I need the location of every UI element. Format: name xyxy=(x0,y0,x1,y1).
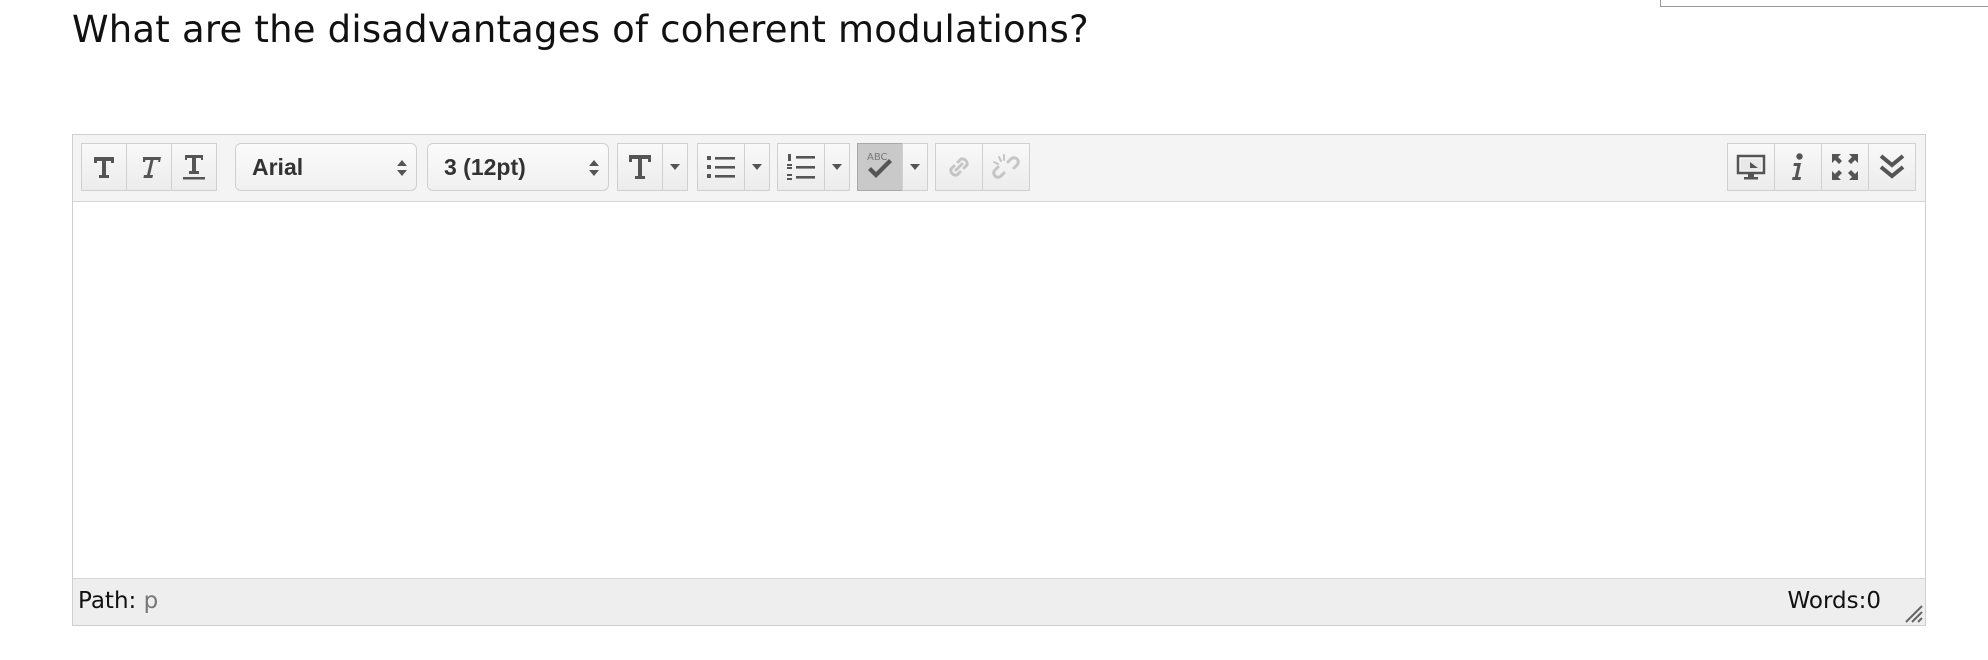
italic-button[interactable] xyxy=(126,143,172,191)
underline-button[interactable] xyxy=(171,143,217,191)
collapse-toolbar-icon xyxy=(1879,154,1905,179)
question-title: What are the disadvantages of coherent m… xyxy=(72,8,1089,51)
spellcheck-control: ABC xyxy=(857,143,928,191)
resize-handle-icon[interactable] xyxy=(1901,601,1923,623)
editor-content-area[interactable] xyxy=(73,202,1925,578)
editor-statusbar: Path: p Words:0 xyxy=(73,578,1925,625)
top-right-box xyxy=(1660,0,1988,7)
bullet-list-control xyxy=(697,143,770,191)
bold-icon xyxy=(94,157,114,178)
spellcheck-icon: ABC xyxy=(867,152,892,178)
font-size-value: 3 (12pt) xyxy=(444,153,526,180)
chevron-down-icon xyxy=(670,164,680,170)
remove-link-button[interactable] xyxy=(982,143,1030,191)
chevron-down-icon xyxy=(752,164,762,170)
numbered-list-dropdown[interactable] xyxy=(824,143,850,191)
editor-toolbar: Arial 3 (12pt) ABC xyxy=(73,135,1925,202)
right-tools-group xyxy=(1727,143,1916,191)
text-color-icon xyxy=(629,155,651,179)
rich-text-editor: Arial 3 (12pt) ABC Path: p Words:0 xyxy=(72,134,1926,626)
insert-link-button[interactable] xyxy=(935,143,983,191)
preview-icon xyxy=(1736,154,1766,180)
word-count: Words:0 xyxy=(1787,588,1881,614)
unlink-icon xyxy=(992,154,1020,179)
text-style-group xyxy=(81,143,217,191)
path-label: Path: xyxy=(78,588,137,614)
font-size-select[interactable]: 3 (12pt) xyxy=(427,143,609,191)
fullscreen-icon xyxy=(1832,154,1858,180)
spellcheck-button[interactable]: ABC xyxy=(857,143,903,191)
accessibility-info-button[interactable] xyxy=(1774,143,1822,191)
toggle-toolbar-button[interactable] xyxy=(1868,143,1916,191)
font-family-value: Arial xyxy=(252,153,304,180)
numbered-list-button[interactable] xyxy=(777,143,825,191)
path-indicator: Path: p xyxy=(78,588,158,614)
text-color-control xyxy=(617,143,688,191)
bullet-list-button[interactable] xyxy=(697,143,745,191)
spellcheck-abc-label: ABC xyxy=(867,152,888,163)
numbered-list-icon xyxy=(787,154,815,180)
chevron-down-icon xyxy=(910,164,920,170)
select-arrows-icon xyxy=(589,160,599,176)
italic-icon xyxy=(143,157,161,178)
preview-button[interactable] xyxy=(1727,143,1775,191)
numbered-list-control xyxy=(777,143,850,191)
chevron-down-icon xyxy=(832,164,842,170)
path-element-p[interactable]: p xyxy=(144,588,159,614)
text-color-button[interactable] xyxy=(617,143,663,191)
spellcheck-dropdown[interactable] xyxy=(902,143,928,191)
text-color-dropdown[interactable] xyxy=(662,143,688,191)
link-group xyxy=(935,143,1030,191)
bullet-list-dropdown[interactable] xyxy=(744,143,770,191)
bold-button[interactable] xyxy=(81,143,127,191)
link-icon xyxy=(949,157,969,177)
bullet-list-icon xyxy=(707,156,735,178)
font-family-select[interactable]: Arial xyxy=(235,143,417,191)
fullscreen-button[interactable] xyxy=(1821,143,1869,191)
info-icon xyxy=(1792,153,1803,180)
select-arrows-icon xyxy=(397,160,407,176)
underline-icon xyxy=(183,155,205,180)
